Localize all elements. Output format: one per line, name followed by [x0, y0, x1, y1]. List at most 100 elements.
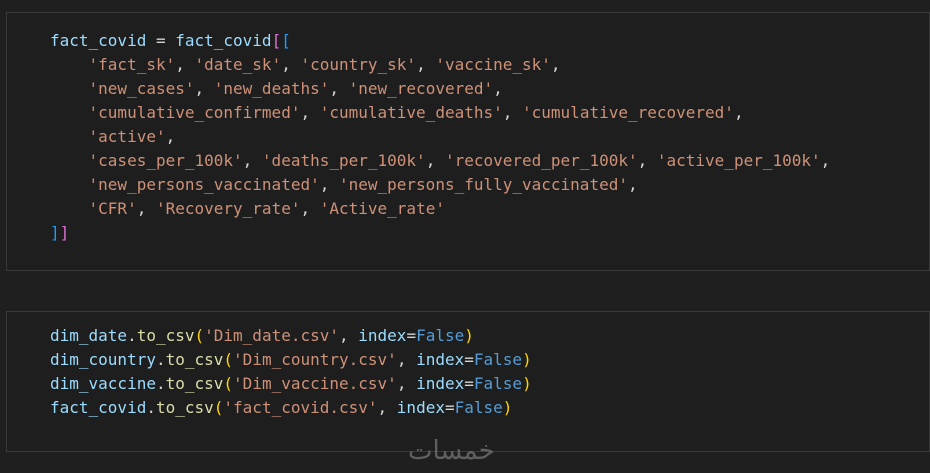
object-name: dim_vaccine — [50, 374, 156, 393]
keyword-arg: index — [396, 398, 445, 417]
string-literal: 'fact_sk' — [88, 55, 176, 74]
string-literal: 'cases_per_100k' — [88, 151, 243, 170]
comma: , — [550, 55, 561, 74]
comma: , — [165, 127, 176, 146]
boolean-value: False — [473, 350, 523, 369]
code-line: 'new_persons_vaccinated', 'new_persons_f… — [50, 173, 830, 197]
code-line: fact_covid = fact_covid[[ — [50, 29, 830, 53]
string-literal: 'Dim_country.csv' — [233, 350, 397, 369]
string-literal: 'active_per_100k' — [656, 151, 821, 170]
function-name: to_csv — [165, 350, 224, 369]
comma: , — [733, 103, 744, 122]
function-name: to_csv — [155, 398, 214, 417]
comma: , — [194, 79, 214, 98]
string-literal: 'cumulative_recovered' — [522, 103, 734, 122]
object-fact-covid: fact_covid — [175, 31, 272, 50]
close-paren: ) — [522, 374, 532, 393]
open-bracket-inner: [ — [281, 31, 291, 50]
assign-operator: = — [146, 31, 176, 50]
string-literal: 'active' — [88, 127, 166, 146]
string-literal: 'date_sk' — [194, 55, 282, 74]
string-literal: 'new_cases' — [88, 79, 195, 98]
comma: , — [319, 175, 339, 194]
dot: . — [146, 398, 156, 417]
code-line: 'cases_per_100k', 'deaths_per_100k', 're… — [50, 149, 831, 173]
string-literal: 'CFR' — [88, 199, 137, 218]
function-name: to_csv — [165, 374, 224, 393]
string-literal: 'Active_rate' — [319, 199, 445, 218]
code-block-2: dim_date.to_csv('Dim_date.csv', index=Fa… — [50, 324, 532, 420]
open-bracket-outer: [ — [271, 31, 282, 50]
boolean-value: False — [454, 398, 503, 417]
object-name: dim_country — [50, 350, 156, 369]
comma: , — [329, 79, 349, 98]
close-paren: ) — [502, 398, 513, 417]
variable-fact-covid: fact_covid — [50, 31, 147, 50]
comma: , — [627, 175, 638, 194]
open-paren: ( — [194, 326, 205, 345]
comma: , — [281, 55, 301, 74]
equals: = — [464, 374, 474, 393]
code-line: dim_vaccine.to_csv('Dim_vaccine.csv', in… — [50, 372, 532, 396]
open-paren: ( — [223, 350, 234, 369]
comma: , — [339, 326, 359, 345]
comma: , — [377, 398, 397, 417]
code-cell-1[interactable]: fact_covid = fact_covid[[ 'fact_sk', 'da… — [6, 12, 930, 271]
string-literal: 'new_deaths' — [213, 79, 330, 98]
code-line: fact_covid.to_csv('fact_covid.csv', inde… — [50, 396, 532, 420]
string-literal: 'vaccine_sk' — [435, 55, 551, 74]
code-line: 'new_cases', 'new_deaths', 'new_recovere… — [50, 77, 830, 101]
function-name: to_csv — [136, 326, 195, 345]
comma: , — [396, 374, 417, 393]
code-line: 'active', — [50, 125, 830, 149]
object-name: fact_covid — [50, 398, 147, 417]
comma: , — [820, 151, 831, 170]
keyword-arg: index — [358, 326, 407, 345]
keyword-arg: index — [416, 350, 465, 369]
dot: . — [127, 326, 137, 345]
equals: = — [406, 326, 417, 345]
string-literal: 'Recovery_rate' — [155, 199, 301, 218]
close-bracket-outer: ] — [59, 223, 70, 242]
dot: . — [155, 350, 166, 369]
comma: , — [425, 151, 445, 170]
open-paren: ( — [213, 398, 224, 417]
comma: , — [637, 151, 657, 170]
dot: . — [155, 374, 166, 393]
boolean-value: False — [416, 326, 465, 345]
string-literal: 'recovered_per_100k' — [444, 151, 638, 170]
comma: , — [416, 55, 436, 74]
boolean-value: False — [473, 374, 523, 393]
string-literal: 'cumulative_deaths' — [319, 103, 503, 122]
equals: = — [464, 350, 474, 369]
string-literal: 'new_persons_fully_vaccinated' — [338, 175, 628, 194]
string-literal: 'Dim_date.csv' — [204, 326, 339, 345]
comma: , — [502, 103, 523, 122]
string-literal: 'new_persons_vaccinated' — [88, 175, 320, 194]
string-literal: 'new_recovered' — [348, 79, 494, 98]
comma: , — [396, 350, 417, 369]
code-line: dim_date.to_csv('Dim_date.csv', index=Fa… — [50, 324, 532, 348]
comma: , — [175, 55, 195, 74]
open-paren: ( — [223, 374, 234, 393]
string-literal: 'fact_covid.csv' — [223, 398, 378, 417]
comma: , — [493, 79, 503, 98]
code-line: 'cumulative_confirmed', 'cumulative_deat… — [50, 101, 830, 125]
string-literal: 'deaths_per_100k' — [261, 151, 426, 170]
keyword-arg: index — [416, 374, 465, 393]
string-literal: 'Dim_vaccine.csv' — [233, 374, 397, 393]
comma: , — [300, 103, 320, 122]
code-line: 'CFR', 'Recovery_rate', 'Active_rate' — [50, 197, 830, 221]
comma: , — [300, 199, 320, 218]
watermark-logo: خمسات — [408, 436, 495, 466]
object-name: dim_date — [50, 326, 128, 345]
code-cell-2[interactable]: dim_date.to_csv('Dim_date.csv', index=Fa… — [6, 311, 930, 452]
equals: = — [444, 398, 455, 417]
code-line: 'fact_sk', 'date_sk', 'country_sk', 'vac… — [50, 53, 830, 77]
comma: , — [136, 199, 156, 218]
code-line: dim_country.to_csv('Dim_country.csv', in… — [50, 348, 532, 372]
close-bracket-inner: ] — [50, 223, 60, 242]
close-paren: ) — [522, 350, 532, 369]
string-literal: 'cumulative_confirmed' — [88, 103, 301, 122]
code-line: ]] — [50, 221, 830, 245]
